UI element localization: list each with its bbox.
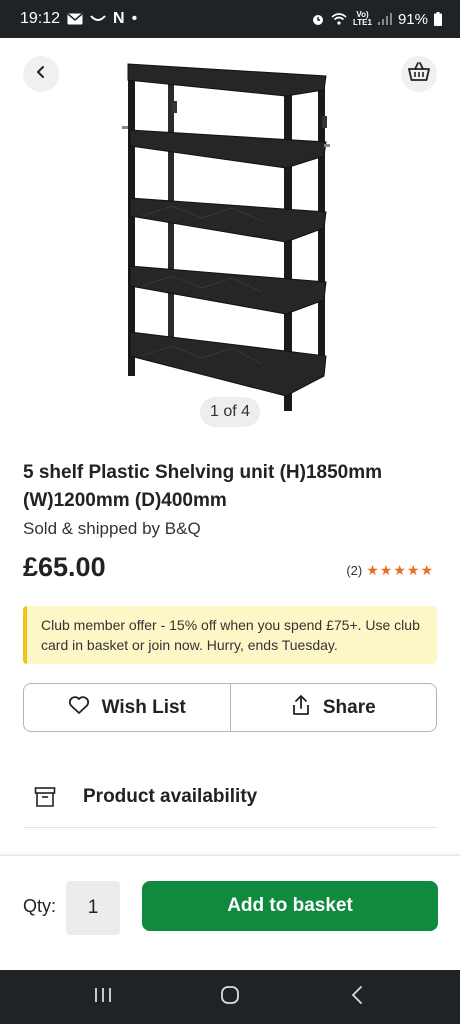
battery-percent: 91% xyxy=(397,10,428,28)
nfc-indicator: N xyxy=(113,10,125,27)
rating[interactable]: (2) ★★★★★ xyxy=(346,562,434,579)
availability-label: Product availability xyxy=(83,786,258,807)
club-offer-banner: Club member offer - 15% off when you spe… xyxy=(23,606,437,664)
offer-text: Club member offer - 15% off when you spe… xyxy=(41,617,420,653)
status-bar: 19:12 N • Vo) LTE1 91% xyxy=(0,0,460,38)
recent-apps-button[interactable] xyxy=(73,977,133,1017)
chevron-left-icon xyxy=(34,65,48,84)
mail-icon xyxy=(67,13,83,25)
image-pager: 1 of 4 xyxy=(200,397,260,427)
wifi-icon xyxy=(331,13,347,25)
seller-info: Sold & shipped by B&Q xyxy=(23,519,201,538)
battery-icon xyxy=(434,12,442,26)
product-price: £65.00 xyxy=(23,552,106,582)
product-gallery[interactable]: 1 of 4 xyxy=(0,38,460,430)
network-label: Vo) LTE1 xyxy=(353,11,372,27)
missed-call-icon xyxy=(90,15,106,23)
network-lte-label: LTE1 xyxy=(353,18,372,27)
share-button[interactable]: Share xyxy=(229,684,437,731)
recent-apps-icon xyxy=(94,987,112,1008)
purchase-bar: Qty: 1 Add to basket xyxy=(0,855,460,970)
archive-box-icon xyxy=(34,786,56,813)
system-back-button[interactable] xyxy=(327,977,387,1017)
back-chevron-icon xyxy=(351,985,363,1009)
home-icon xyxy=(220,985,240,1010)
system-nav-bar xyxy=(0,970,460,1024)
basket-icon xyxy=(408,61,430,87)
product-availability-row[interactable]: Product availability xyxy=(23,770,437,828)
status-time: 19:12 xyxy=(20,10,61,27)
alarm-icon xyxy=(311,12,325,26)
product-title: 5 shelf Plastic Shelving unit (H)1850mm … xyxy=(23,462,382,511)
notification-dot: • xyxy=(131,10,138,27)
star-rating-icon: ★★★★★ xyxy=(366,562,434,578)
signal-icon xyxy=(377,13,392,25)
quantity-input[interactable]: 1 xyxy=(66,881,120,935)
wishlist-button[interactable]: Wish List xyxy=(24,684,230,731)
wishlist-label: Wish List xyxy=(101,696,186,718)
rating-count: (2) xyxy=(346,563,363,578)
qty-label: Qty: xyxy=(23,896,57,916)
basket-button[interactable] xyxy=(401,56,437,92)
product-image[interactable] xyxy=(112,56,342,416)
share-icon xyxy=(291,694,311,722)
home-button[interactable] xyxy=(200,977,260,1017)
back-button[interactable] xyxy=(23,56,59,92)
action-buttons: Wish List Share xyxy=(23,683,437,732)
heart-icon xyxy=(68,695,90,721)
share-label: Share xyxy=(322,696,376,718)
add-to-basket-button[interactable]: Add to basket xyxy=(142,881,438,931)
